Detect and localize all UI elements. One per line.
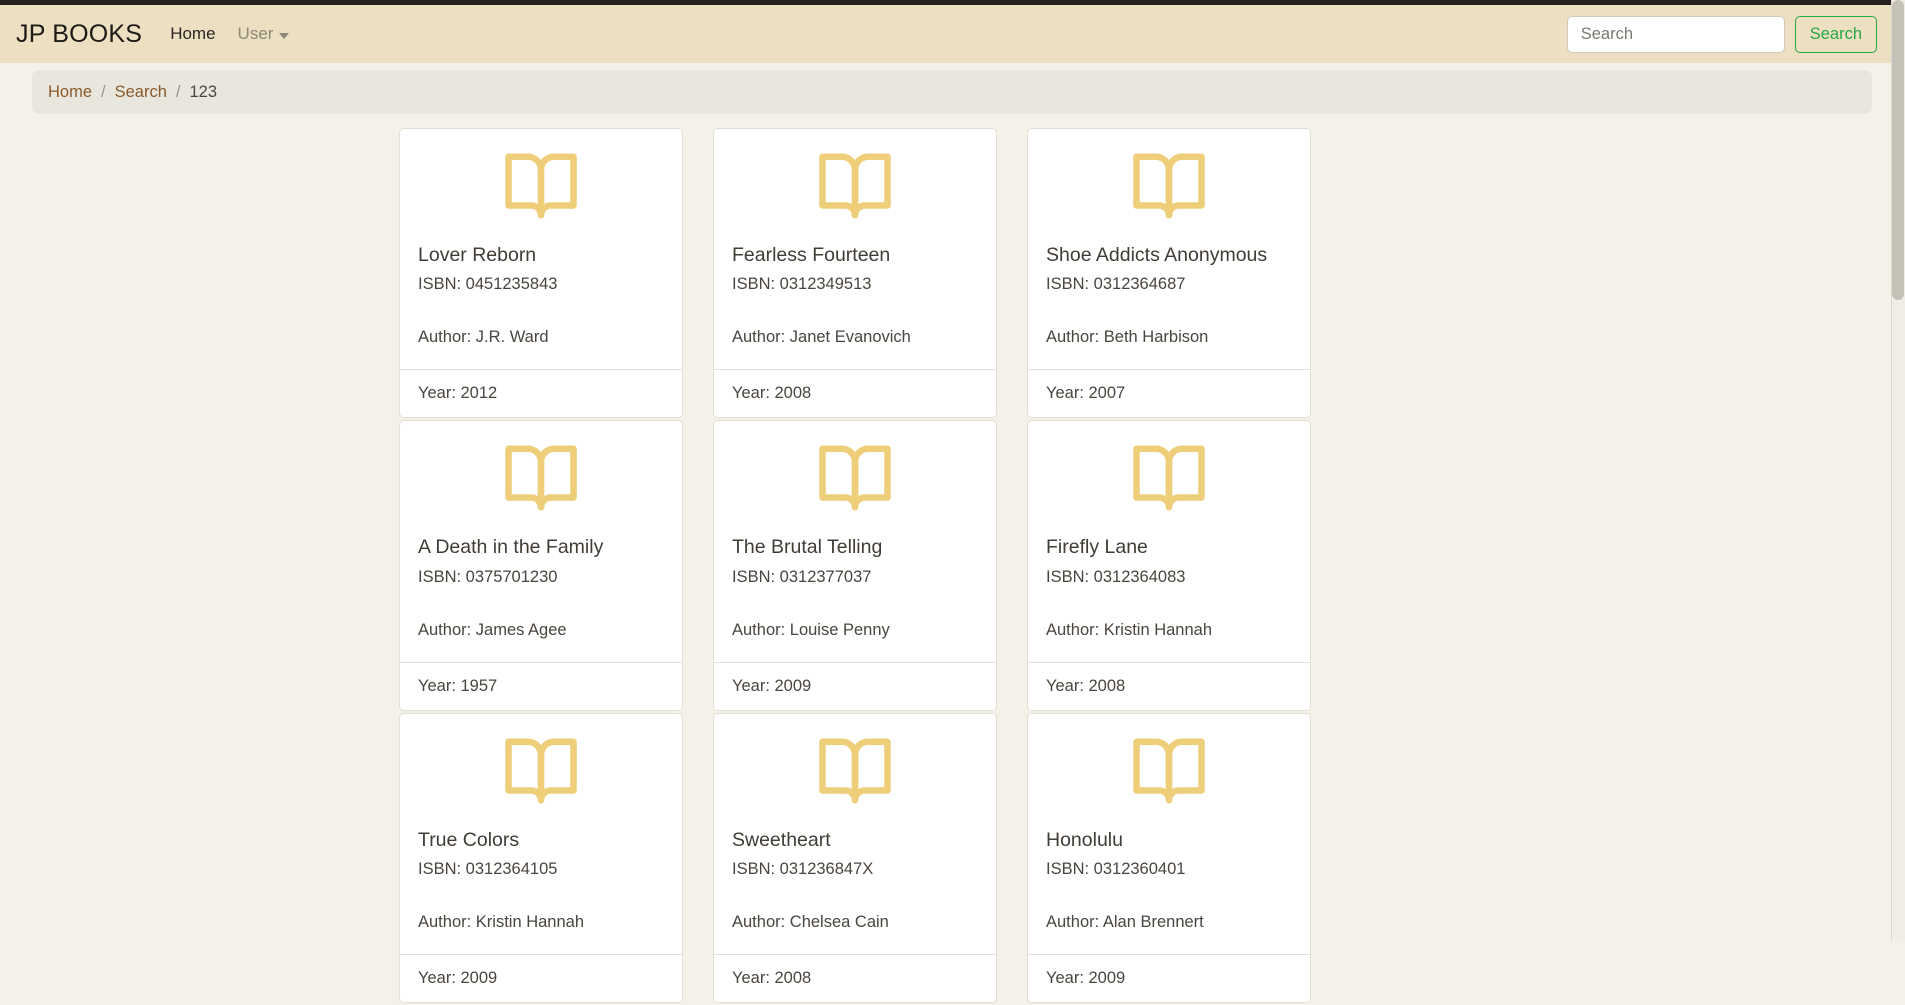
book-card[interactable]: The Brutal Telling ISBN: 0312377037 Auth… [713, 420, 997, 711]
book-card[interactable]: Firefly Lane ISBN: 0312364083 Author: Kr… [1027, 420, 1311, 711]
book-author: Author: Louise Penny [732, 620, 890, 639]
brand-logo[interactable]: JP BOOKS [16, 20, 142, 49]
book-title: Sweetheart [732, 828, 831, 851]
book-author: Author: Chelsea Cain [732, 913, 889, 932]
book-isbn: ISBN: 0375701230 [418, 567, 558, 586]
book-card-icon-wrap [400, 421, 682, 527]
navbar: JP BOOKS Home User Search [0, 5, 1905, 63]
book-card-body: True Colors ISBN: 0312364105 Author: Kri… [400, 820, 682, 954]
book-title: Firefly Lane [1046, 536, 1148, 559]
breadcrumb-separator: / [175, 82, 181, 101]
book-author: Author: Alan Brennert [1046, 913, 1204, 932]
nav-dropdown-user-label: User [237, 24, 274, 43]
book-card[interactable]: Fearless Fourteen ISBN: 0312349513 Autho… [713, 128, 997, 419]
book-results-grid: Lover Reborn ISBN: 0451235843 Author: J.… [399, 128, 1327, 1005]
book-open-icon [1133, 445, 1205, 511]
book-isbn: ISBN: 0312364083 [1046, 567, 1186, 586]
book-isbn: ISBN: 0312364105 [418, 860, 558, 879]
book-open-icon [505, 738, 577, 804]
book-author: Author: James Agee [418, 620, 567, 639]
book-card[interactable]: Lover Reborn ISBN: 0451235843 Author: J.… [399, 128, 683, 419]
book-title: Honolulu [1046, 828, 1123, 851]
book-card-icon-wrap [400, 129, 682, 235]
book-author: Author: Janet Evanovich [732, 328, 911, 347]
book-card[interactable]: A Death in the Family ISBN: 0375701230 A… [399, 420, 683, 711]
book-year: Year: 2008 [714, 954, 996, 1003]
search-input[interactable] [1566, 15, 1785, 53]
book-author: Author: Beth Harbison [1046, 328, 1209, 347]
book-card-body: Honolulu ISBN: 0312360401 Author: Alan B… [1028, 820, 1310, 954]
book-open-icon [819, 445, 891, 511]
book-card-icon-wrap [1028, 129, 1310, 235]
book-year: Year: 2009 [714, 661, 996, 710]
book-year: Year: 1957 [400, 661, 682, 710]
book-year: Year: 2012 [400, 369, 682, 418]
search-button[interactable]: Search [1794, 15, 1877, 53]
book-card-body: Sweetheart ISBN: 031236847X Author: Chel… [714, 820, 996, 954]
book-card[interactable]: Honolulu ISBN: 0312360401 Author: Alan B… [1027, 712, 1311, 1004]
breadcrumb-item-home[interactable]: Home [48, 83, 92, 102]
breadcrumb-separator: / [101, 82, 106, 101]
book-title: Shoe Addicts Anonymous [1046, 244, 1268, 266]
book-year: Year: 2007 [1028, 369, 1310, 418]
book-title: True Colors [418, 828, 520, 851]
book-year: Year: 2009 [1028, 954, 1310, 1003]
book-card-body: A Death in the Family ISBN: 0375701230 A… [400, 527, 682, 661]
page-scrollbar-thumb[interactable] [1892, 0, 1904, 300]
book-open-icon [505, 153, 577, 219]
book-card-body: Lover Reborn ISBN: 0451235843 Author: J.… [400, 235, 682, 369]
book-card-body: Firefly Lane ISBN: 0312364083 Author: Kr… [1028, 527, 1310, 661]
breadcrumb: Home / Search / 123 [32, 70, 1872, 114]
book-open-icon [1133, 153, 1205, 219]
book-card-icon-wrap [714, 421, 996, 527]
book-card[interactable]: Sweetheart ISBN: 031236847X Author: Chel… [713, 712, 997, 1004]
nav-links: Home User [170, 24, 290, 44]
nav-link-home[interactable]: Home [170, 24, 215, 44]
book-card-icon-wrap [714, 129, 996, 235]
book-author: Author: Kristin Hannah [1046, 620, 1213, 639]
book-open-icon [1133, 738, 1205, 804]
book-title: The Brutal Telling [732, 536, 883, 559]
nav-dropdown-user[interactable]: User [238, 24, 290, 44]
book-title: Fearless Fourteen [732, 244, 891, 266]
book-card-body: Shoe Addicts Anonymous ISBN: 0312364687 … [1028, 235, 1310, 369]
book-year: Year: 2009 [400, 954, 682, 1003]
book-card-icon-wrap [1028, 714, 1310, 820]
book-title: A Death in the Family [418, 536, 604, 559]
book-card-body: The Brutal Telling ISBN: 0312377037 Auth… [714, 527, 996, 661]
book-card-icon-wrap [1028, 421, 1310, 527]
book-open-icon [505, 445, 577, 511]
book-isbn: ISBN: 0312349513 [732, 275, 872, 294]
book-year: Year: 2008 [1028, 661, 1310, 710]
book-isbn: ISBN: 0451235843 [418, 275, 558, 294]
book-card-body: Fearless Fourteen ISBN: 0312349513 Autho… [714, 235, 996, 369]
book-open-icon [819, 738, 891, 804]
chevron-down-icon [279, 32, 290, 39]
book-card-icon-wrap [400, 714, 682, 820]
book-card[interactable]: Shoe Addicts Anonymous ISBN: 0312364687 … [1027, 128, 1311, 419]
book-card-icon-wrap [714, 714, 996, 820]
book-author: Author: J.R. Ward [418, 328, 549, 347]
book-isbn: ISBN: 031236847X [732, 860, 874, 879]
book-card[interactable]: True Colors ISBN: 0312364105 Author: Kri… [399, 712, 683, 1004]
book-isbn: ISBN: 0312377037 [732, 567, 872, 586]
book-author: Author: Kristin Hannah [418, 913, 585, 932]
book-isbn: ISBN: 0312360401 [1046, 860, 1186, 879]
book-title: Lover Reborn [418, 244, 537, 266]
navbar-search-form: Search [1566, 15, 1877, 53]
breadcrumb-item-current: 123 [189, 82, 218, 101]
breadcrumb-item-search[interactable]: Search [115, 83, 167, 102]
book-isbn: ISBN: 0312364687 [1046, 275, 1186, 294]
page-scrollbar[interactable] [1891, 0, 1905, 941]
book-year: Year: 2008 [714, 369, 996, 418]
book-open-icon [819, 153, 891, 219]
